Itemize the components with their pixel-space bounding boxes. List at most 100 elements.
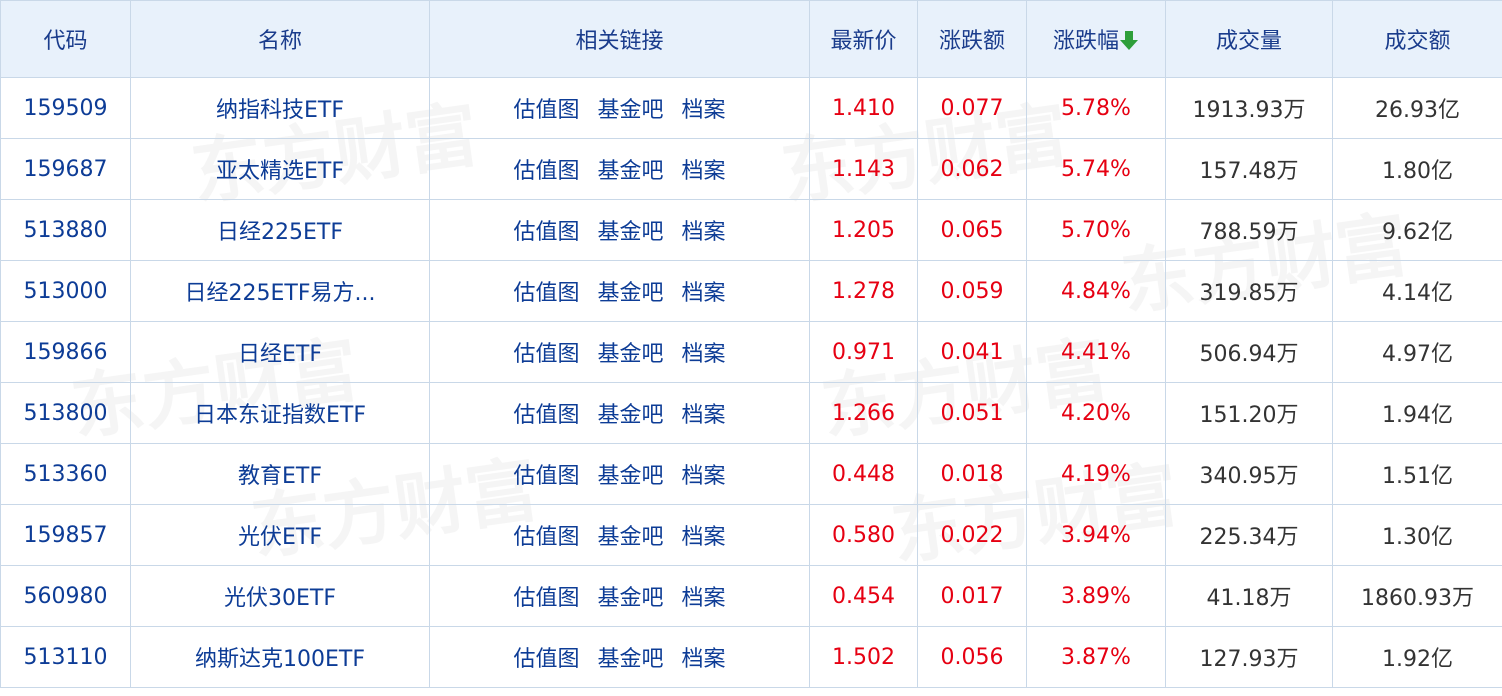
fund-forum-link[interactable]: 基金吧 bbox=[597, 464, 663, 489]
fund-code-link[interactable]: 159857 bbox=[0, 504, 131, 566]
fund-forum-link[interactable]: 基金吧 bbox=[597, 281, 663, 306]
latest-price: 0.971 bbox=[809, 321, 918, 383]
fund-code-link[interactable]: 513800 bbox=[0, 382, 131, 444]
fund-profile-link[interactable]: 档案 bbox=[682, 98, 726, 123]
fund-profile-link[interactable]: 档案 bbox=[682, 281, 726, 306]
change-percent: 3.94% bbox=[1026, 504, 1166, 566]
fund-name-link[interactable]: 日经ETF bbox=[130, 321, 430, 383]
latest-price: 1.205 bbox=[809, 199, 918, 261]
fund-name-link[interactable]: 纳斯达克100ETF bbox=[130, 626, 430, 688]
column-header-change[interactable]: 涨跌额 bbox=[917, 0, 1027, 78]
fund-code-link[interactable]: 560980 bbox=[0, 565, 131, 627]
valuation-chart-link[interactable]: 估值图 bbox=[513, 525, 579, 550]
fund-name-link[interactable]: 纳指科技ETF bbox=[130, 77, 430, 139]
price-change: 0.051 bbox=[917, 382, 1027, 444]
fund-code-link[interactable]: 159509 bbox=[0, 77, 131, 139]
fund-forum-link[interactable]: 基金吧 bbox=[597, 98, 663, 123]
price-change: 0.065 bbox=[917, 199, 1027, 261]
column-header-change-pct[interactable]: 涨跌幅 bbox=[1026, 0, 1166, 78]
fund-name-link[interactable]: 亚太精选ETF bbox=[130, 138, 430, 200]
change-percent: 4.20% bbox=[1026, 382, 1166, 444]
latest-price: 1.266 bbox=[809, 382, 918, 444]
table-row: 513800 日本东证指数ETF 估值图 基金吧 档案 1.266 0.051 4.20% 15… bbox=[0, 382, 1502, 444]
valuation-chart-link[interactable]: 估值图 bbox=[513, 281, 579, 306]
trade-volume: 1913.93万 bbox=[1165, 77, 1333, 139]
fund-forum-link[interactable]: 基金吧 bbox=[597, 403, 663, 428]
table-row: 513880 日经225ETF 估值图 基金吧 档案 1.205 0.065 5.70% 788… bbox=[0, 199, 1502, 261]
related-links-cell: 估值图 基金吧 档案 bbox=[429, 382, 810, 444]
latest-price: 1.410 bbox=[809, 77, 918, 139]
related-links-cell: 估值图 基金吧 档案 bbox=[429, 260, 810, 322]
fund-code-link[interactable]: 513360 bbox=[0, 443, 131, 505]
change-percent: 4.84% bbox=[1026, 260, 1166, 322]
fund-code-link[interactable]: 513110 bbox=[0, 626, 131, 688]
fund-code-link[interactable]: 159866 bbox=[0, 321, 131, 383]
fund-profile-link[interactable]: 档案 bbox=[682, 220, 726, 245]
fund-profile-link[interactable]: 档案 bbox=[682, 342, 726, 367]
fund-name-link[interactable]: 教育ETF bbox=[130, 443, 430, 505]
valuation-chart-link[interactable]: 估值图 bbox=[513, 464, 579, 489]
fund-name-link[interactable]: 日经225ETF bbox=[130, 199, 430, 261]
price-change: 0.077 bbox=[917, 77, 1027, 139]
latest-price: 0.448 bbox=[809, 443, 918, 505]
fund-forum-link[interactable]: 基金吧 bbox=[597, 159, 663, 184]
trade-amount: 26.93亿 bbox=[1332, 77, 1502, 139]
fund-forum-link[interactable]: 基金吧 bbox=[597, 586, 663, 611]
related-links-cell: 估值图 基金吧 档案 bbox=[429, 321, 810, 383]
fund-name-link[interactable]: 光伏30ETF bbox=[130, 565, 430, 627]
change-percent: 3.87% bbox=[1026, 626, 1166, 688]
price-change: 0.018 bbox=[917, 443, 1027, 505]
latest-price: 1.502 bbox=[809, 626, 918, 688]
column-header-change-pct-label[interactable]: 涨跌幅 bbox=[1053, 29, 1119, 54]
fund-profile-link[interactable]: 档案 bbox=[682, 464, 726, 489]
table-row: 513000 日经225ETF易方... 估值图 基金吧 档案 1.278 0.059 4.8… bbox=[0, 260, 1502, 322]
valuation-chart-link[interactable]: 估值图 bbox=[513, 647, 579, 672]
fund-profile-link[interactable]: 档案 bbox=[682, 647, 726, 672]
fund-name-link[interactable]: 日经225ETF易方... bbox=[130, 260, 430, 322]
price-change: 0.041 bbox=[917, 321, 1027, 383]
price-change: 0.059 bbox=[917, 260, 1027, 322]
fund-name-link[interactable]: 日本东证指数ETF bbox=[130, 382, 430, 444]
table-row: 159509 纳指科技ETF 估值图 基金吧 档案 1.410 0.077 5.78% 1913… bbox=[0, 77, 1502, 139]
fund-forum-link[interactable]: 基金吧 bbox=[597, 342, 663, 367]
fund-profile-link[interactable]: 档案 bbox=[682, 586, 726, 611]
arrow-down-icon[interactable] bbox=[1119, 29, 1139, 51]
fund-ranking-page: 东方财富 东方财富 东方财富 东方财富 东方财富 东方财富 东方财富 代码 名称… bbox=[0, 0, 1502, 696]
fund-forum-link[interactable]: 基金吧 bbox=[597, 525, 663, 550]
trade-volume: 319.85万 bbox=[1165, 260, 1333, 322]
trade-volume: 41.18万 bbox=[1165, 565, 1333, 627]
fund-profile-link[interactable]: 档案 bbox=[682, 525, 726, 550]
column-header-code[interactable]: 代码 bbox=[0, 0, 131, 78]
table-row: 159687 亚太精选ETF 估值图 基金吧 档案 1.143 0.062 5.74% 157.… bbox=[0, 138, 1502, 200]
valuation-chart-link[interactable]: 估值图 bbox=[513, 342, 579, 367]
valuation-chart-link[interactable]: 估值图 bbox=[513, 159, 579, 184]
related-links-cell: 估值图 基金吧 档案 bbox=[429, 199, 810, 261]
column-header-name[interactable]: 名称 bbox=[130, 0, 430, 78]
fund-forum-link[interactable]: 基金吧 bbox=[597, 647, 663, 672]
fund-profile-link[interactable]: 档案 bbox=[682, 403, 726, 428]
fund-name-link[interactable]: 光伏ETF bbox=[130, 504, 430, 566]
valuation-chart-link[interactable]: 估值图 bbox=[513, 586, 579, 611]
column-header-amount[interactable]: 成交额 bbox=[1332, 0, 1502, 78]
table-header-row: 代码 名称 相关链接 最新价 涨跌额 涨跌幅 成交量 成交额 bbox=[0, 0, 1502, 78]
related-links-cell: 估值图 基金吧 档案 bbox=[429, 565, 810, 627]
valuation-chart-link[interactable]: 估值图 bbox=[513, 403, 579, 428]
fund-code-link[interactable]: 513880 bbox=[0, 199, 131, 261]
fund-forum-link[interactable]: 基金吧 bbox=[597, 220, 663, 245]
trade-amount: 1.51亿 bbox=[1332, 443, 1502, 505]
column-header-price[interactable]: 最新价 bbox=[809, 0, 918, 78]
fund-code-link[interactable]: 513000 bbox=[0, 260, 131, 322]
column-header-volume[interactable]: 成交量 bbox=[1165, 0, 1333, 78]
table-row: 159866 日经ETF 估值图 基金吧 档案 0.971 0.041 4.41% 506.94… bbox=[0, 321, 1502, 383]
trade-volume: 340.95万 bbox=[1165, 443, 1333, 505]
change-percent: 5.78% bbox=[1026, 77, 1166, 139]
trade-volume: 506.94万 bbox=[1165, 321, 1333, 383]
change-percent: 5.70% bbox=[1026, 199, 1166, 261]
trade-volume: 151.20万 bbox=[1165, 382, 1333, 444]
valuation-chart-link[interactable]: 估值图 bbox=[513, 220, 579, 245]
fund-profile-link[interactable]: 档案 bbox=[682, 159, 726, 184]
valuation-chart-link[interactable]: 估值图 bbox=[513, 98, 579, 123]
fund-code-link[interactable]: 159687 bbox=[0, 138, 131, 200]
table-row: 513110 纳斯达克100ETF 估值图 基金吧 档案 1.502 0.056 3.87% 1… bbox=[0, 626, 1502, 688]
latest-price: 1.143 bbox=[809, 138, 918, 200]
